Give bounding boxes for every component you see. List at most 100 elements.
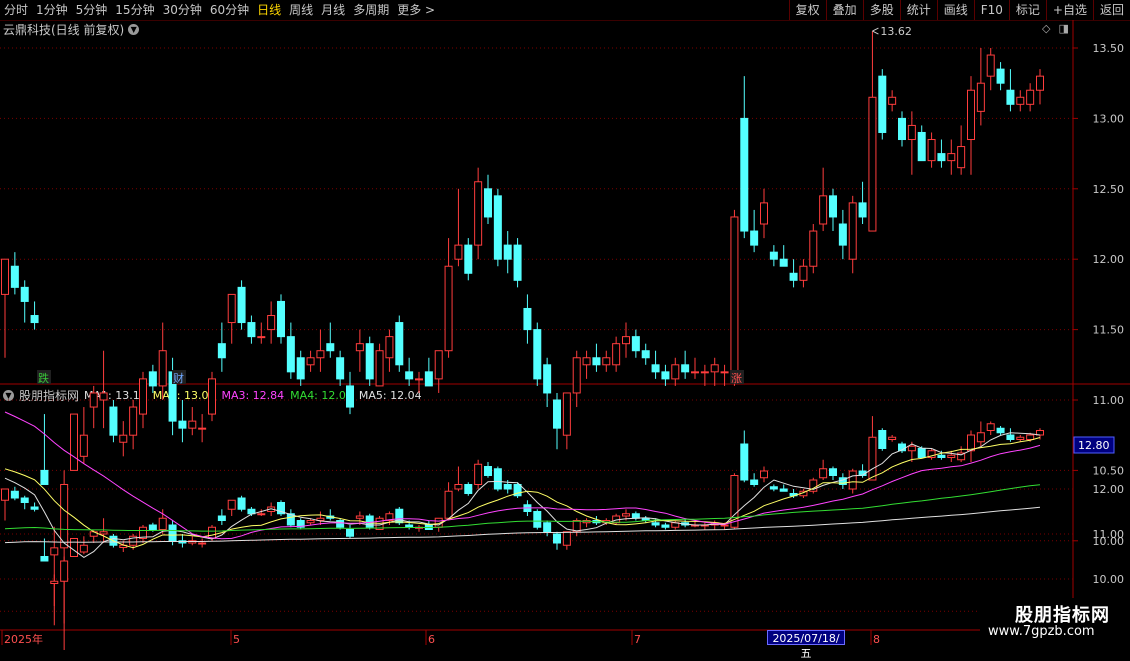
main-candle-body	[631, 336, 640, 352]
main-candle-body	[99, 392, 108, 401]
main-candle-body	[868, 96, 877, 232]
indicator-candle-body	[70, 538, 78, 557]
date-label: 6	[428, 633, 435, 646]
main-candle-body	[799, 265, 808, 281]
indicator-candle-body	[158, 517, 167, 530]
main-candle-body	[286, 336, 295, 373]
main-candle-body	[395, 322, 404, 366]
price-tick-label: 13.50	[1093, 42, 1125, 55]
indicator-candle-body	[306, 520, 315, 524]
main-candle-body	[523, 307, 532, 331]
main-candle-body	[405, 371, 414, 380]
indicator-candle-body	[878, 430, 887, 449]
main-candle-body	[89, 392, 98, 408]
main-candle-body	[898, 117, 906, 141]
main-candle-body	[336, 357, 345, 380]
indicator-candle-body	[937, 454, 946, 458]
main-candle-body	[572, 357, 581, 394]
watermark-url: www.7gpzb.com	[988, 624, 1095, 639]
main-candle-body	[493, 195, 502, 260]
indicator-candle-body	[464, 484, 473, 494]
main-candle-body	[79, 434, 88, 457]
indicator-tick-label: 12.00	[1093, 483, 1125, 496]
price-tick-label: 11.00	[1093, 394, 1125, 407]
indicator-candle-body	[148, 524, 157, 530]
indicator-candle-body	[819, 468, 828, 479]
indicator-candle-body	[60, 560, 69, 582]
main-candle-body	[1016, 96, 1025, 105]
main-candle-body	[730, 216, 739, 380]
main-candle-body	[750, 230, 759, 246]
main-candle-body	[967, 89, 975, 141]
indicator-candle-body	[198, 542, 207, 545]
main-candle-body	[434, 350, 443, 380]
main-candle-body	[740, 117, 749, 232]
main-candle-body	[602, 357, 611, 366]
main-candle-body	[139, 378, 147, 415]
indicator-candle-body	[622, 513, 630, 517]
kline-chart[interactable]: 13.629.01跌财涨 13.5013.0012.5012.0011.5011…	[0, 0, 1130, 650]
indicator-candle-body	[651, 522, 660, 526]
indicator-candle-body	[562, 531, 571, 546]
main-candle-body	[503, 244, 512, 260]
indicator-candle-body	[444, 490, 453, 519]
event-marker: 涨	[731, 372, 742, 385]
ma-line-1	[4, 432, 1041, 558]
main-candle-body	[119, 434, 128, 443]
main-candle-body	[622, 336, 630, 345]
indicator-candle-body	[868, 436, 877, 481]
main-candle-body	[375, 350, 384, 387]
main-candle-body	[779, 258, 788, 267]
indicator-candle-body	[986, 423, 995, 431]
main-candle-body	[148, 371, 157, 387]
indicator-candle-body	[907, 445, 916, 452]
indicator-candle-body	[769, 486, 778, 490]
indicator-candle-body	[543, 522, 552, 533]
main-candle-body	[208, 378, 216, 415]
ma-line-2	[4, 437, 1041, 549]
indicator-candle-body	[227, 499, 236, 510]
indicator-candle-body	[750, 479, 759, 485]
event-marker: 跌	[38, 371, 49, 385]
indicator-candle-body	[533, 511, 542, 528]
main-candle-body	[365, 343, 374, 380]
indicator-candle-body	[336, 520, 345, 528]
main-candle-body	[198, 427, 207, 430]
main-candle-body	[651, 364, 660, 373]
indicator-candle-body	[1, 488, 9, 501]
main-candle-body	[917, 131, 926, 162]
main-candle-body	[129, 406, 138, 436]
main-candle-body	[829, 195, 837, 218]
indicator-candle-body	[50, 580, 59, 584]
indicator-candle-body	[1026, 434, 1035, 440]
indicator-candle-body	[779, 488, 788, 492]
main-candle-body	[70, 413, 78, 471]
main-candle-body	[346, 385, 354, 408]
date-label: 2025年	[4, 632, 43, 646]
main-candle-body	[888, 96, 897, 105]
indicator-candle-body	[30, 506, 39, 510]
main-candle-body	[691, 371, 699, 374]
date-label: 8	[873, 633, 880, 646]
main-candle-body	[848, 202, 857, 260]
main-candle-body	[237, 286, 246, 324]
main-candle-body	[838, 223, 847, 246]
indicator-candle-body	[355, 515, 364, 519]
main-candle-body	[878, 75, 887, 133]
main-candle-body	[819, 195, 828, 225]
main-candle-body	[769, 251, 778, 260]
indicator-candle-body	[1006, 434, 1015, 440]
main-candle-body	[553, 399, 561, 429]
indicator-tick-label: 11.00	[1093, 528, 1125, 541]
main-candle-body	[858, 202, 867, 218]
main-candle-body	[30, 315, 39, 324]
indicator-candle-body	[720, 524, 729, 527]
main-candle-body	[582, 357, 591, 366]
main-candle-body	[10, 265, 19, 288]
main-candle-body	[1036, 75, 1044, 91]
main-candle-body	[474, 181, 483, 246]
indicator-candle-body	[917, 448, 926, 458]
main-candle-body	[454, 244, 463, 260]
indicator-candle-body	[760, 470, 768, 479]
indicator-candle-body	[996, 427, 1005, 434]
